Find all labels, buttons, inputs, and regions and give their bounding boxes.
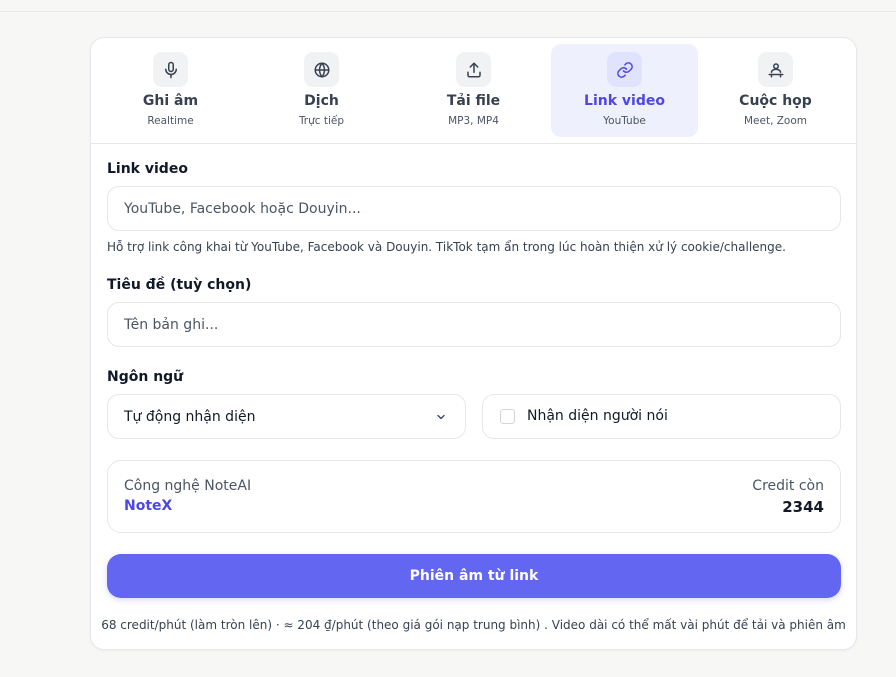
tab-sublabel: Realtime (147, 115, 194, 127)
tab-sublabel: MP3, MP4 (448, 115, 499, 127)
tech-label: Công nghệ NoteAI (124, 478, 252, 494)
tab-link-video[interactable]: Link video YouTube (551, 44, 698, 137)
credit-value: 2344 (782, 498, 824, 516)
title-label: Tiêu đề (tuỳ chọn) (107, 277, 252, 293)
link-hint: Hỗ trợ link công khai từ YouTube, Facebo… (107, 240, 786, 254)
language-value: Tự động nhận diện (124, 408, 256, 425)
speaker-checkbox[interactable] (500, 409, 515, 424)
tab-label: Cuộc họp (739, 93, 812, 109)
microphone-icon (153, 52, 188, 87)
meeting-icon (758, 52, 793, 87)
source-tabs: Ghi âm Realtime Dịch Trực tiếp Tải file … (91, 38, 856, 144)
tab-meeting[interactable]: Cuộc họp Meet, Zoom (702, 44, 849, 137)
pricing-footnote: 68 credit/phút (làm tròn lên) · ≈ 204 ₫/… (101, 618, 846, 632)
speaker-label: Nhận diện người nói (527, 408, 668, 424)
speaker-diarization-option[interactable]: Nhận diện người nói (482, 394, 841, 439)
globe-icon (304, 52, 339, 87)
tab-label: Dịch (304, 93, 339, 109)
link-video-input[interactable]: YouTube, Facebook hoặc Douyin... (107, 186, 841, 231)
transcribe-card: Ghi âm Realtime Dịch Trực tiếp Tải file … (90, 37, 857, 650)
tab-label: Ghi âm (142, 93, 199, 109)
page-top-strip (0, 0, 896, 12)
tab-label: Link video (584, 93, 665, 109)
tech-info-box: Công nghệ NoteAI NoteX Credit còn 2344 (107, 460, 841, 533)
credit-label: Credit còn (752, 478, 824, 494)
language-label: Ngôn ngữ (107, 369, 184, 385)
tab-sublabel: Trực tiếp (298, 115, 345, 127)
chevron-down-icon (437, 414, 445, 420)
upload-icon (456, 52, 491, 87)
tab-translate[interactable]: Dịch Trực tiếp (248, 44, 395, 137)
title-input[interactable]: Tên bản ghi... (107, 302, 841, 347)
tech-value: NoteX (124, 498, 173, 514)
language-select[interactable]: Tự động nhận diện (107, 394, 466, 439)
link-icon (607, 52, 642, 87)
transcribe-from-link-button[interactable]: Phiên âm từ link (107, 554, 841, 598)
tab-sublabel: YouTube (603, 115, 646, 127)
link-video-label: Link video (107, 161, 188, 177)
tab-upload[interactable]: Tải file MP3, MP4 (400, 44, 547, 137)
tab-label: Tải file (446, 93, 501, 109)
tab-record[interactable]: Ghi âm Realtime (97, 44, 244, 137)
tab-sublabel: Meet, Zoom (743, 115, 808, 127)
